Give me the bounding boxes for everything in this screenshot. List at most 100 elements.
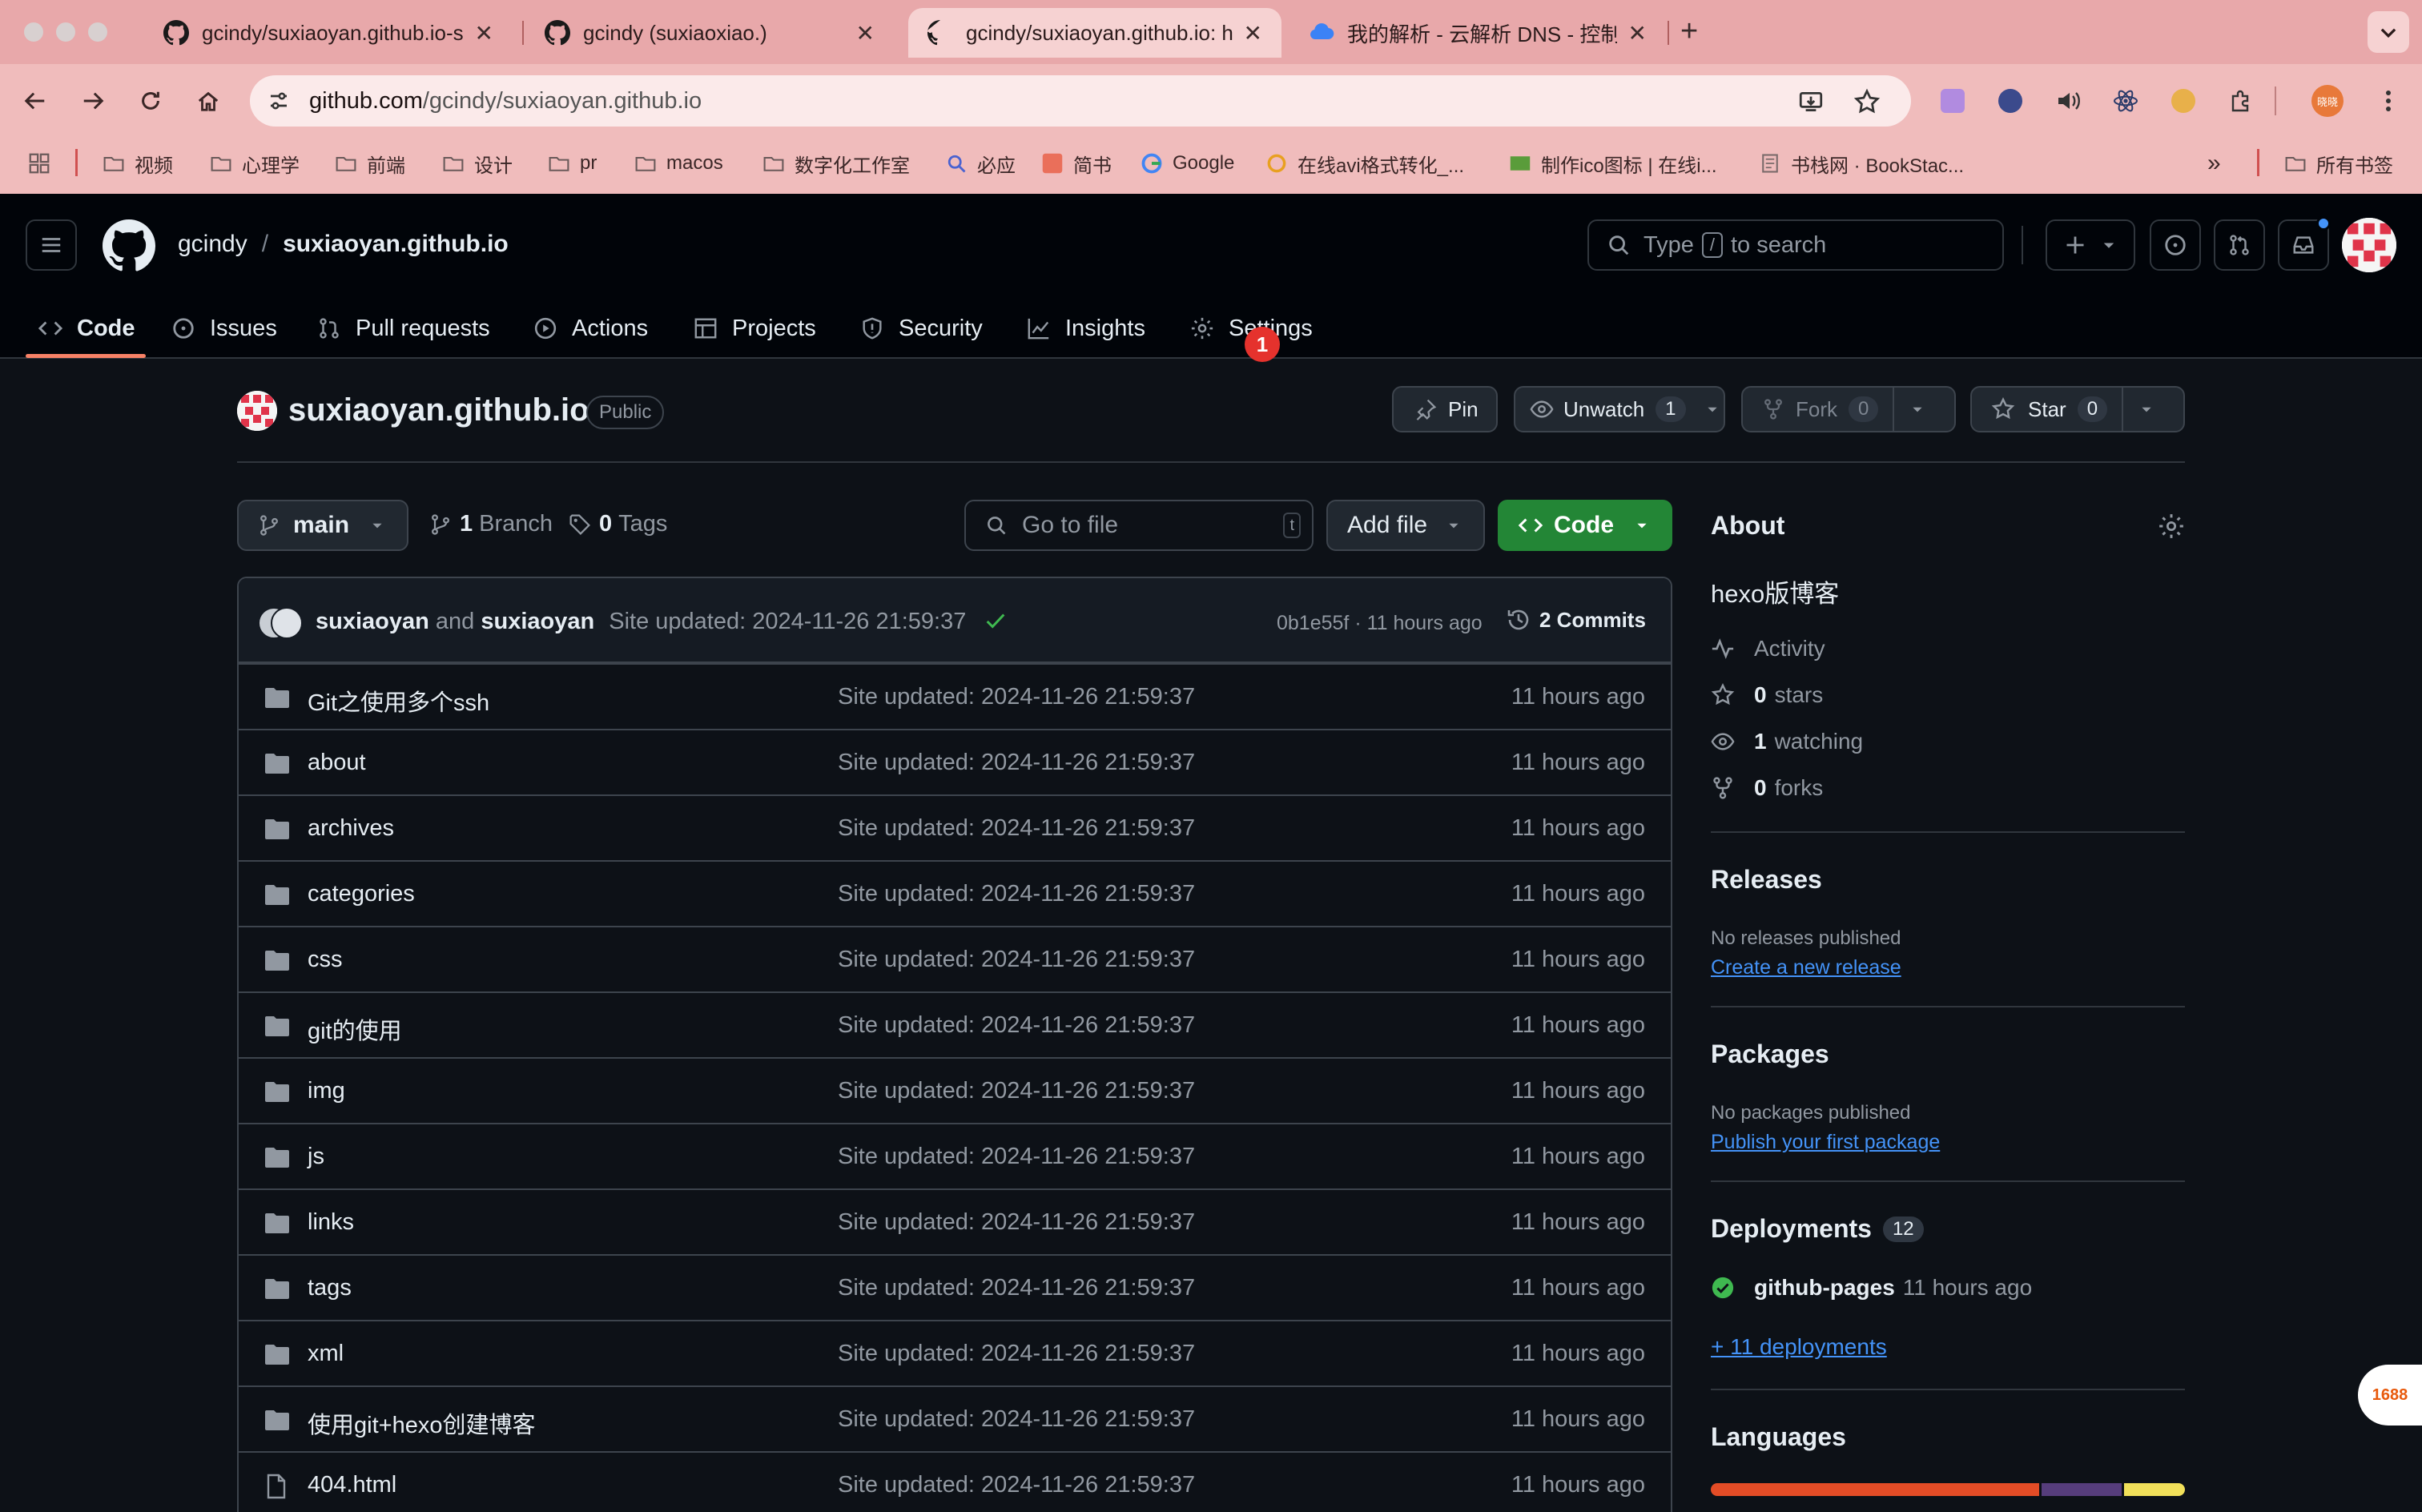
- check-icon[interactable]: [984, 609, 1008, 633]
- file-name-link[interactable]: categories: [308, 881, 415, 907]
- deployment-item[interactable]: github-pages 11 hours ago: [1711, 1275, 2032, 1301]
- tab-projects[interactable]: Projects: [694, 298, 816, 359]
- install-app-icon[interactable]: [1797, 88, 1825, 115]
- commit-message[interactable]: Site updated: 2024-11-26 21:59:37: [609, 609, 966, 634]
- browser-tab-2[interactable]: gcindy (suxiaoxiao.) ✕: [525, 8, 894, 58]
- publish-package-link[interactable]: Publish your first package: [1711, 1131, 1940, 1154]
- close-icon[interactable]: ✕: [475, 20, 493, 46]
- gear-icon[interactable]: [2158, 513, 2185, 540]
- add-file-button[interactable]: Add file: [1326, 500, 1485, 551]
- close-icon[interactable]: ✕: [856, 20, 875, 46]
- pin-button[interactable]: Pin: [1392, 386, 1498, 432]
- site-settings-icon[interactable]: [266, 88, 292, 114]
- file-commit-message[interactable]: Site updated: 2024-11-26 21:59:37: [838, 1275, 1195, 1301]
- new-tab-button[interactable]: +: [1680, 14, 1698, 49]
- file-name-link[interactable]: tags: [308, 1275, 352, 1301]
- back-button[interactable]: [16, 82, 54, 120]
- go-to-file-input[interactable]: Go to file t: [964, 500, 1314, 551]
- owner-link[interactable]: gcindy: [178, 231, 247, 258]
- window-minimize-button[interactable]: [56, 22, 75, 42]
- bookmark-jianshu[interactable]: 简书: [1041, 147, 1112, 179]
- tab-search-button[interactable]: [2368, 11, 2409, 53]
- table-row[interactable]: 404.html Site updated: 2024-11-26 21:59:3…: [239, 1451, 1671, 1512]
- reload-button[interactable]: [131, 82, 170, 120]
- bookmark-folder[interactable]: 视频: [103, 147, 173, 179]
- extension-download-icon[interactable]: [1937, 85, 1969, 117]
- bookmark-bookstack[interactable]: 书栈网 · BookStac...: [1759, 147, 1964, 179]
- window-zoom-button[interactable]: [88, 22, 107, 42]
- table-row[interactable]: xml Site updated: 2024-11-26 21:59:37 11 h…: [239, 1320, 1671, 1385]
- browser-tab-4[interactable]: 我的解析 - 云解析 DNS - 控制台 ✕: [1289, 8, 1666, 58]
- file-commit-message[interactable]: Site updated: 2024-11-26 21:59:37: [838, 1209, 1195, 1236]
- browser-tab-1[interactable]: gcindy/suxiaoyan.github.io-s ✕: [144, 8, 513, 58]
- extension-play-icon[interactable]: [1994, 85, 2026, 117]
- file-commit-message[interactable]: Site updated: 2024-11-26 21:59:37: [838, 1144, 1195, 1170]
- close-icon[interactable]: ✕: [1244, 20, 1262, 46]
- table-row[interactable]: about Site updated: 2024-11-26 21:59:37 11…: [239, 729, 1671, 794]
- file-name-link[interactable]: Git之使用多个ssh: [308, 684, 489, 718]
- extension-avatar-icon[interactable]: [2167, 85, 2199, 117]
- forks-link[interactable]: 0 forks: [1711, 775, 1823, 801]
- file-name-link[interactable]: links: [308, 1209, 354, 1236]
- repo-link[interactable]: suxiaoyan.github.io: [283, 231, 509, 258]
- file-commit-message[interactable]: Site updated: 2024-11-26 21:59:37: [838, 815, 1195, 842]
- forward-button[interactable]: [74, 82, 112, 120]
- table-row[interactable]: Git之使用多个ssh Site updated: 2024-11-26 21:5…: [239, 663, 1671, 729]
- language-segment[interactable]: [2123, 1483, 2185, 1496]
- tab-security[interactable]: Security: [860, 298, 983, 359]
- window-close-button[interactable]: [24, 22, 43, 42]
- language-segment[interactable]: [1711, 1483, 2040, 1496]
- bookmark-bing[interactable]: 必应: [945, 147, 1016, 179]
- browser-tab-3-active[interactable]: gcindy/suxiaoyan.github.io: h ✕: [908, 8, 1281, 58]
- search-input[interactable]: Type / to search: [1587, 219, 2004, 271]
- more-deployments-link[interactable]: + 11 deployments: [1711, 1334, 1887, 1360]
- tab-pull-requests[interactable]: Pull requests: [317, 298, 490, 359]
- issues-button[interactable]: [2150, 219, 2201, 271]
- activity-link[interactable]: Activity: [1711, 636, 1825, 662]
- table-row[interactable]: css Site updated: 2024-11-26 21:59:37 11 h…: [239, 926, 1671, 991]
- table-row[interactable]: links Site updated: 2024-11-26 21:59:37 11…: [239, 1188, 1671, 1254]
- commit-hash-age[interactable]: 0b1e55f · 11 hours ago: [1277, 612, 1483, 635]
- all-bookmarks-folder[interactable]: 所有书签: [2284, 147, 2393, 179]
- star-button[interactable]: Star 0: [1970, 386, 2185, 432]
- repo-name[interactable]: suxiaoyan.github.io: [288, 392, 589, 428]
- deployment-env[interactable]: github-pages: [1754, 1275, 1895, 1301]
- tab-code[interactable]: Code: [38, 298, 135, 359]
- file-commit-message[interactable]: Site updated: 2024-11-26 21:59:37: [838, 1012, 1195, 1039]
- address-bar[interactable]: github.com/gcindy/suxiaoyan.github.io: [250, 75, 1911, 127]
- home-button[interactable]: [189, 82, 227, 120]
- fork-button[interactable]: Fork 0: [1741, 386, 1956, 432]
- browser-menu-button[interactable]: [2372, 85, 2404, 117]
- tab-actions[interactable]: Actions: [533, 298, 648, 359]
- branch-selector[interactable]: main: [237, 500, 408, 551]
- file-name-link[interactable]: img: [308, 1078, 345, 1104]
- bookmark-folder[interactable]: pr: [548, 147, 597, 179]
- file-commit-message[interactable]: Site updated: 2024-11-26 21:59:37: [838, 881, 1195, 907]
- branches-link[interactable]: 1 Branch: [429, 511, 553, 537]
- profile-avatar[interactable]: 晓晓: [2311, 85, 2344, 117]
- file-commit-message[interactable]: Site updated: 2024-11-26 21:59:37: [838, 1078, 1195, 1104]
- bookmark-google[interactable]: Google: [1141, 147, 1234, 179]
- file-name-link[interactable]: 使用git+hexo创建博客: [308, 1406, 535, 1440]
- file-name-link[interactable]: js: [308, 1144, 324, 1170]
- extensions-puzzle-icon[interactable]: [2225, 85, 2257, 117]
- fork-dropdown[interactable]: [1893, 388, 1941, 431]
- file-commit-message[interactable]: Site updated: 2024-11-26 21:59:37: [838, 1472, 1195, 1498]
- bookmarks-overflow-icon[interactable]: »: [2207, 147, 2221, 179]
- tab-insights[interactable]: Insights: [1027, 298, 1145, 359]
- bookmark-avi[interactable]: 在线avi格式转化_...: [1265, 147, 1464, 179]
- file-commit-message[interactable]: Site updated: 2024-11-26 21:59:37: [838, 750, 1195, 776]
- create-release-link[interactable]: Create a new release: [1711, 956, 1901, 979]
- github-logo-icon[interactable]: [103, 219, 155, 272]
- file-name-link[interactable]: about: [308, 750, 366, 776]
- file-name-link[interactable]: git的使用: [308, 1012, 402, 1046]
- tags-link[interactable]: 0 Tags: [569, 511, 667, 537]
- close-icon[interactable]: ✕: [1628, 20, 1647, 46]
- file-commit-message[interactable]: Site updated: 2024-11-26 21:59:37: [838, 947, 1195, 973]
- star-dropdown[interactable]: [2122, 388, 2170, 431]
- file-name-link[interactable]: 404.html: [308, 1472, 396, 1498]
- floating-1688-badge[interactable]: 1688: [2358, 1365, 2422, 1426]
- commit-author-link[interactable]: suxiaoyan: [316, 609, 429, 634]
- bookmark-star-icon[interactable]: [1853, 88, 1881, 115]
- react-devtools-icon[interactable]: [2110, 85, 2142, 117]
